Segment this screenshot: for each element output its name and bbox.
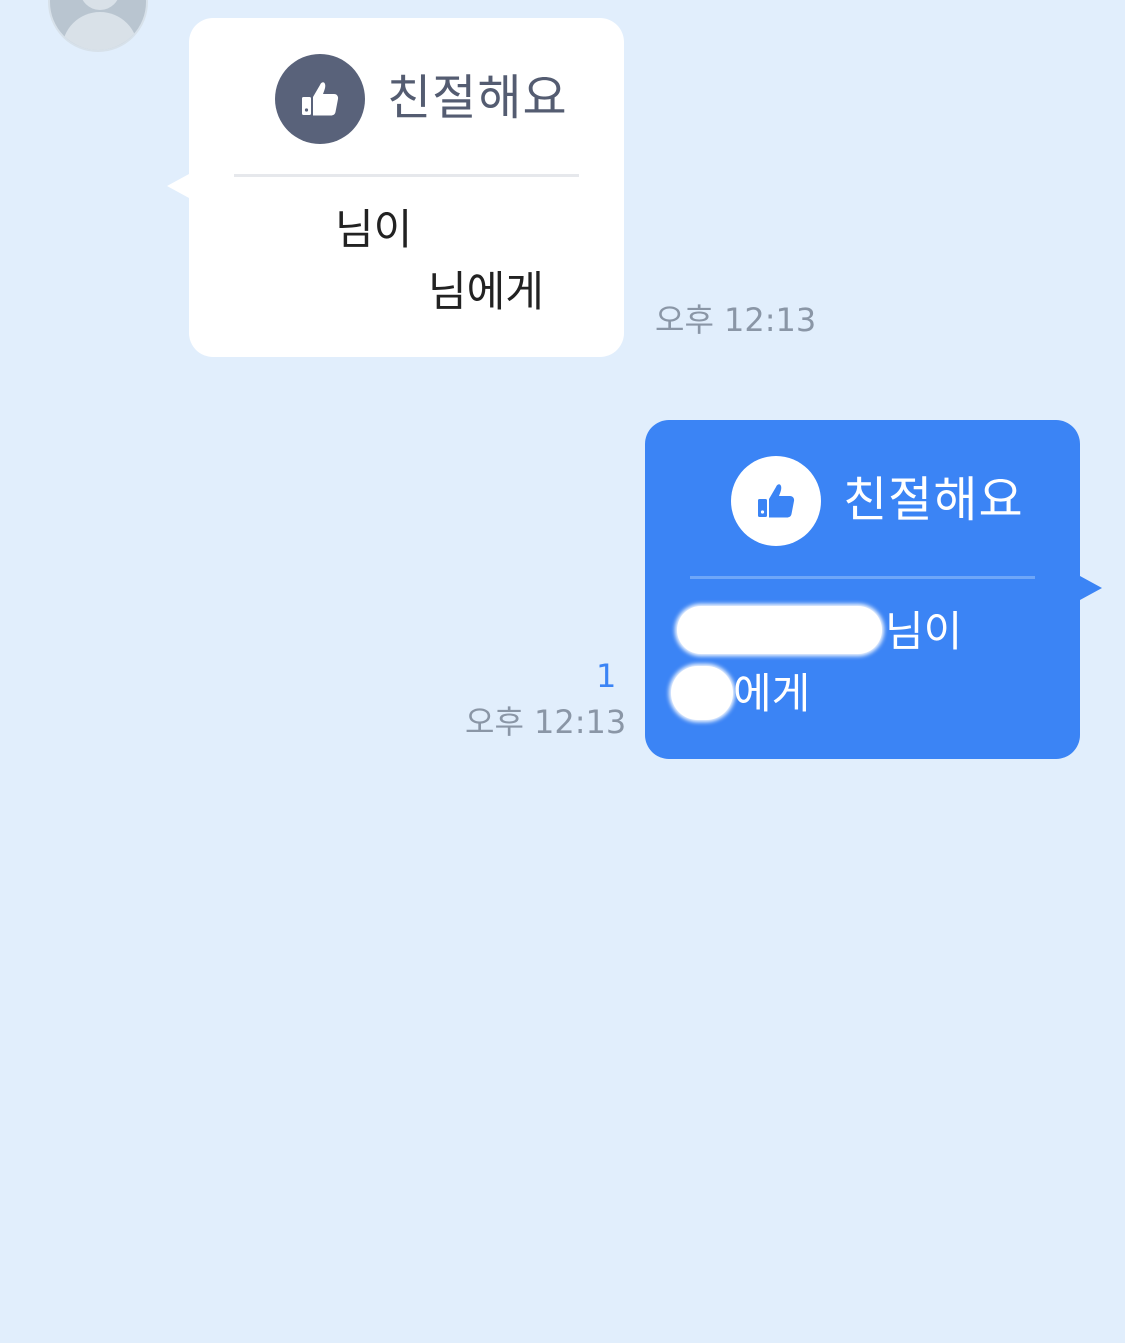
reaction-title: 친절해요 — [843, 472, 1024, 528]
reaction-title: 친절해요 — [387, 70, 568, 126]
sender-suffix: 님이 — [335, 205, 413, 254]
recipient-suffix: 에게 — [733, 669, 811, 718]
redacted-name — [677, 606, 882, 654]
unread-count: 1 — [596, 657, 617, 695]
reaction-badge — [275, 54, 365, 144]
sender-suffix: 님이 — [885, 607, 963, 656]
avatar-body-shape — [62, 12, 138, 50]
incoming-timestamp: 오후 12:13 — [655, 301, 817, 339]
incoming-message-bubble[interactable]: 친절해요 님이 님에게 — [167, 18, 624, 357]
bubble-tail — [1080, 576, 1102, 600]
thumbs-up-icon — [758, 484, 795, 518]
bubble-tail — [167, 174, 189, 198]
chat-area: 친절해요 님이 님에게 오후 12:13 친절해요 님이 에게 1 오후 12:… — [0, 0, 1125, 1343]
recipient-suffix: 님에게 — [428, 267, 544, 316]
outgoing-message-bubble[interactable]: 친절해요 님이 에게 — [645, 420, 1102, 759]
sender-avatar[interactable] — [48, 0, 148, 52]
redacted-name — [241, 214, 321, 248]
bubble-divider — [690, 576, 1035, 579]
avatar-head-shape — [80, 0, 120, 10]
bubble-divider — [234, 174, 579, 177]
redacted-name — [671, 666, 733, 720]
outgoing-timestamp: 오후 12:13 — [465, 703, 627, 741]
redacted-name — [247, 278, 417, 308]
reaction-badge — [731, 456, 821, 546]
thumbs-up-icon — [302, 82, 339, 116]
